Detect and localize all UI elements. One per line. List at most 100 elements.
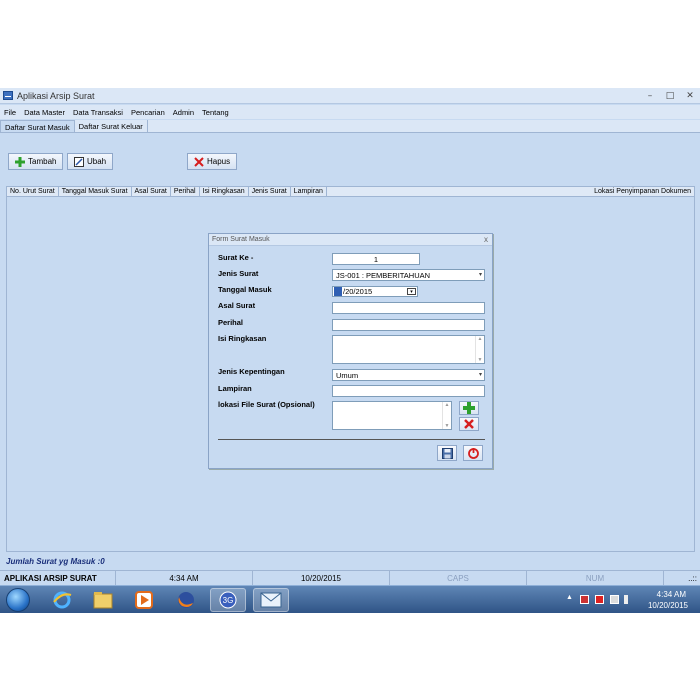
menu-data-transaksi[interactable]: Data Transaksi: [69, 108, 127, 117]
menu-data-master[interactable]: Data Master: [20, 108, 69, 117]
system-tray: ▲ 4:34 AM 10/20/2015: [560, 586, 700, 614]
edit-button-label: Ubah: [87, 157, 107, 166]
tab-daftar-surat-keluar[interactable]: Daftar Surat Keluar: [75, 120, 148, 132]
label-jenis-surat: Jenis Surat: [218, 269, 259, 278]
remove-file-button[interactable]: [459, 417, 479, 431]
label-surat-ke: Surat Ke -: [218, 253, 254, 262]
delete-button[interactable]: Hapus: [187, 153, 238, 170]
column-header[interactable]: Perihal: [171, 187, 200, 196]
signal-strength-icon[interactable]: [610, 595, 619, 604]
svg-text:3G: 3G: [223, 596, 234, 605]
status-time: 4:34 AM: [116, 571, 253, 586]
start-button[interactable]: [6, 588, 30, 612]
lokasi-file-textarea[interactable]: ▲ ▼: [332, 401, 452, 430]
taskbar-clock-time[interactable]: 4:34 AM: [657, 590, 686, 599]
jenis-kepentingan-select[interactable]: Umum ▾: [332, 369, 485, 381]
textarea-scrollbar[interactable]: ▲ ▼: [442, 402, 451, 429]
label-lokasi-file: lokasi File Surat (Opsional): [218, 400, 315, 409]
status-num: NUM: [527, 571, 664, 586]
title-bar[interactable]: Aplikasi Arsip Surat – □ ✕: [0, 88, 700, 104]
tanggal-masuk-value: /20/2015: [343, 287, 373, 296]
add-button[interactable]: Tambah: [8, 153, 64, 170]
maximize-button[interactable]: □: [664, 89, 676, 103]
jenis-kepentingan-value: Umum: [336, 370, 359, 380]
menu-pencarian[interactable]: Pencarian: [127, 108, 169, 117]
label-isi-ringkasan: Isi Ringkasan: [218, 334, 267, 343]
column-header[interactable]: Jenis Surat: [249, 187, 291, 196]
surat-ke-field[interactable]: 1: [332, 253, 420, 265]
perihal-input[interactable]: [332, 319, 485, 331]
column-header[interactable]: Lokasi Penyimpanan Dokumen: [591, 187, 694, 196]
lampiran-input[interactable]: [332, 385, 485, 397]
menu-file[interactable]: File: [0, 108, 20, 117]
tab-bar: Daftar Surat Masuk Daftar Surat Keluar: [0, 120, 700, 133]
plus-icon: [463, 402, 475, 414]
calendar-dropdown-icon[interactable]: ▾: [407, 288, 416, 295]
delete-button-label: Hapus: [207, 157, 231, 166]
dialog-title-bar[interactable]: Form Surat Masuk x: [209, 234, 492, 246]
action-center-icon[interactable]: [595, 595, 604, 604]
close-button[interactable]: ✕: [684, 89, 696, 103]
grid-header: No. Urut Surat Tanggal Masuk Surat Asal …: [6, 186, 695, 197]
label-lampiran: Lampiran: [218, 384, 252, 393]
column-header[interactable]: No. Urut Surat: [7, 187, 59, 196]
volume-icon[interactable]: [624, 595, 633, 604]
3g-modem-icon[interactable]: 3G: [210, 588, 246, 612]
label-tanggal-masuk: Tanggal Masuk: [218, 285, 272, 294]
column-header[interactable]: Tanggal Masuk Surat: [59, 187, 132, 196]
power-cancel-icon: [467, 447, 479, 459]
status-date: 10/20/2015: [253, 571, 390, 586]
window-title: Aplikasi Arsip Surat: [17, 90, 95, 101]
taskbar-clock-date[interactable]: 10/20/2015: [648, 601, 688, 610]
tanggal-masuk-datepicker[interactable]: /20/2015 ▾: [332, 286, 418, 297]
chevron-down-icon[interactable]: ▾: [479, 370, 482, 380]
column-header[interactable]: Asal Surat: [132, 187, 171, 196]
save-button[interactable]: [437, 445, 457, 461]
app-logo-icon: [3, 91, 13, 100]
add-button-label: Tambah: [28, 157, 57, 166]
media-player-icon[interactable]: [126, 588, 162, 612]
textarea-scrollbar[interactable]: ▲ ▼: [475, 336, 484, 363]
jenis-surat-select[interactable]: JS-001 : PEMBERITAHUAN ▾: [332, 269, 485, 281]
dialog-divider: [218, 439, 485, 440]
month-selection-highlight: [334, 287, 342, 296]
status-bar: APLIKASI ARSIP SURAT 4:34 AM 10/20/2015 …: [0, 570, 700, 586]
status-app-name: APLIKASI ARSIP SURAT: [0, 571, 116, 586]
edit-icon: [74, 156, 84, 167]
application-window: Aplikasi Arsip Surat – □ ✕ File Data Mas…: [0, 88, 700, 613]
add-file-button[interactable]: [459, 401, 479, 415]
plus-icon: [15, 156, 25, 167]
column-header[interactable]: Lampiran: [291, 187, 327, 196]
label-perihal: Perihal: [218, 318, 244, 327]
resize-grip[interactable]: ..::: [664, 571, 700, 586]
dialog-title: Form Surat Masuk: [212, 236, 270, 243]
menu-bar: File Data Master Data Transaksi Pencaria…: [0, 105, 700, 119]
menu-admin[interactable]: Admin: [169, 108, 198, 117]
chevron-down-icon[interactable]: ▾: [479, 270, 482, 280]
x-delete-icon: [464, 419, 474, 429]
internet-explorer-icon[interactable]: [44, 588, 80, 612]
folder-icon[interactable]: [85, 588, 121, 612]
tab-daftar-surat-masuk[interactable]: Daftar Surat Masuk: [0, 120, 75, 132]
label-jenis-kepentingan: Jenis Kepentingan: [218, 367, 285, 376]
form-surat-masuk-dialog: Form Surat Masuk x Surat Ke - 1 Jenis Su…: [208, 233, 493, 469]
asal-surat-input[interactable]: [332, 302, 485, 314]
edit-button[interactable]: Ubah: [67, 153, 114, 170]
floppy-disk-icon: [441, 447, 453, 459]
jenis-surat-value: JS-001 : PEMBERITAHUAN: [336, 270, 431, 280]
dialog-close-button[interactable]: x: [484, 234, 488, 246]
network-status-icon[interactable]: [580, 595, 589, 604]
firefox-icon[interactable]: [168, 588, 204, 612]
column-header[interactable]: Isi Ringkasan: [200, 187, 249, 196]
jumlah-surat-count: Jumlah Surat yg Masuk :0: [6, 557, 105, 566]
status-caps: CAPS: [390, 571, 527, 586]
minimize-button[interactable]: –: [644, 89, 656, 103]
isi-ringkasan-textarea[interactable]: ▲ ▼: [332, 335, 485, 364]
x-delete-icon: [194, 156, 204, 167]
label-asal-surat: Asal Surat: [218, 301, 256, 310]
windows-taskbar: 3G ▲ 4:34 AM 10/20/2015: [0, 585, 700, 613]
mail-app-icon[interactable]: [253, 588, 289, 612]
show-hidden-icons-arrow[interactable]: ▲: [566, 594, 575, 603]
cancel-button[interactable]: [463, 445, 483, 461]
menu-tentang[interactable]: Tentang: [198, 108, 233, 117]
